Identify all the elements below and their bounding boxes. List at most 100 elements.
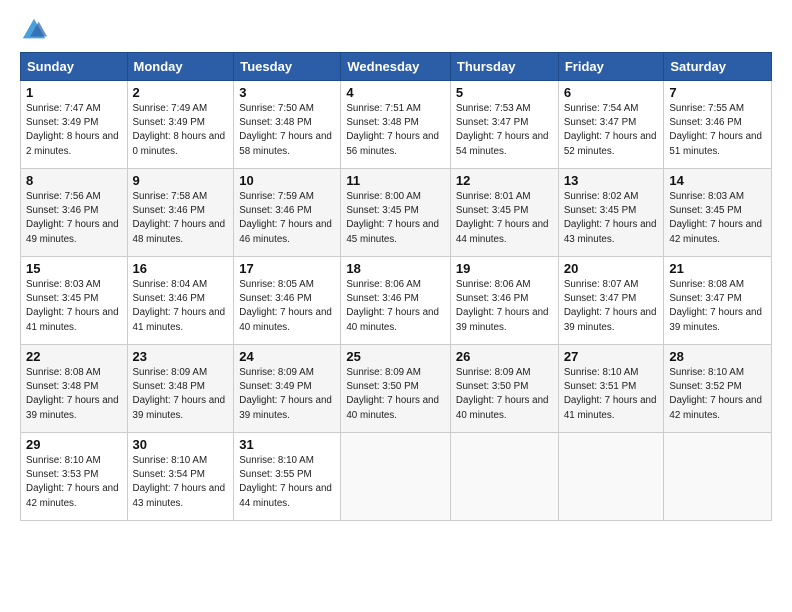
week-row-1: 1Sunrise: 7:47 AMSunset: 3:49 PMDaylight… bbox=[21, 81, 772, 169]
header-day-monday: Monday bbox=[127, 53, 234, 81]
day-number: 27 bbox=[564, 349, 659, 364]
day-number: 29 bbox=[26, 437, 122, 452]
day-info: Sunrise: 7:53 AMSunset: 3:47 PMDaylight:… bbox=[456, 102, 553, 159]
day-info: Sunrise: 7:56 AMSunset: 3:46 PMDaylight:… bbox=[26, 190, 122, 247]
day-cell: 24 Sunrise: 8:09 AMSunset: 3:49 PMDayligh… bbox=[234, 345, 341, 433]
logo-icon bbox=[20, 16, 48, 44]
day-cell: 14 Sunrise: 8:03 AMSunset: 3:45 PMDayligh… bbox=[664, 169, 772, 257]
day-cell: 22 Sunrise: 8:08 AMSunset: 3:48 PMDayligh… bbox=[21, 345, 128, 433]
day-cell: 16Sunrise: 8:04 AMSunset: 3:46 PMDayligh… bbox=[127, 257, 234, 345]
day-cell bbox=[450, 433, 558, 521]
day-info: Sunrise: 8:08 AMSunset: 3:47 PMDaylight:… bbox=[669, 278, 766, 335]
day-cell: 23 Sunrise: 8:09 AMSunset: 3:48 PMDayligh… bbox=[127, 345, 234, 433]
day-number: 5 bbox=[456, 85, 553, 100]
day-number: 20 bbox=[564, 261, 659, 276]
day-info: Sunrise: 8:08 AMSunset: 3:48 PMDaylight:… bbox=[26, 366, 122, 423]
day-info: Sunrise: 8:01 AMSunset: 3:45 PMDaylight:… bbox=[456, 190, 553, 247]
day-cell: 15Sunrise: 8:03 AMSunset: 3:45 PMDayligh… bbox=[21, 257, 128, 345]
day-cell: 5 Sunrise: 7:53 AMSunset: 3:47 PMDaylight… bbox=[450, 81, 558, 169]
day-info: Sunrise: 8:10 AMSunset: 3:54 PMDaylight:… bbox=[133, 454, 229, 511]
week-row-5: 29 Sunrise: 8:10 AMSunset: 3:53 PMDayligh… bbox=[21, 433, 772, 521]
day-number: 13 bbox=[564, 173, 659, 188]
day-number: 14 bbox=[669, 173, 766, 188]
day-cell: 3 Sunrise: 7:50 AMSunset: 3:48 PMDaylight… bbox=[234, 81, 341, 169]
day-cell: 17 Sunrise: 8:05 AMSunset: 3:46 PMDayligh… bbox=[234, 257, 341, 345]
day-number: 28 bbox=[669, 349, 766, 364]
day-info: Sunrise: 8:00 AMSunset: 3:45 PMDaylight:… bbox=[346, 190, 445, 247]
day-number: 11 bbox=[346, 173, 445, 188]
day-cell: 25 Sunrise: 8:09 AMSunset: 3:50 PMDayligh… bbox=[341, 345, 451, 433]
day-cell: 27 Sunrise: 8:10 AMSunset: 3:51 PMDayligh… bbox=[558, 345, 664, 433]
day-info: Sunrise: 7:58 AMSunset: 3:46 PMDaylight:… bbox=[133, 190, 229, 247]
day-cell: 1Sunrise: 7:47 AMSunset: 3:49 PMDaylight… bbox=[21, 81, 128, 169]
day-info: Sunrise: 7:51 AMSunset: 3:48 PMDaylight:… bbox=[346, 102, 445, 159]
day-cell: 26 Sunrise: 8:09 AMSunset: 3:50 PMDayligh… bbox=[450, 345, 558, 433]
header-day-saturday: Saturday bbox=[664, 53, 772, 81]
day-info: Sunrise: 8:06 AMSunset: 3:46 PMDaylight:… bbox=[346, 278, 445, 335]
day-cell: 13Sunrise: 8:02 AMSunset: 3:45 PMDayligh… bbox=[558, 169, 664, 257]
week-row-2: 8 Sunrise: 7:56 AMSunset: 3:46 PMDaylight… bbox=[21, 169, 772, 257]
day-number: 22 bbox=[26, 349, 122, 364]
day-number: 12 bbox=[456, 173, 553, 188]
day-cell: 7Sunrise: 7:55 AMSunset: 3:46 PMDaylight… bbox=[664, 81, 772, 169]
day-number: 2 bbox=[133, 85, 229, 100]
day-number: 10 bbox=[239, 173, 335, 188]
day-info: Sunrise: 8:09 AMSunset: 3:49 PMDaylight:… bbox=[239, 366, 335, 423]
day-cell: 2 Sunrise: 7:49 AMSunset: 3:49 PMDaylight… bbox=[127, 81, 234, 169]
day-info: Sunrise: 7:49 AMSunset: 3:49 PMDaylight:… bbox=[133, 102, 229, 159]
day-info: Sunrise: 8:09 AMSunset: 3:48 PMDaylight:… bbox=[133, 366, 229, 423]
day-number: 8 bbox=[26, 173, 122, 188]
day-number: 15 bbox=[26, 261, 122, 276]
day-cell bbox=[341, 433, 451, 521]
day-info: Sunrise: 8:04 AMSunset: 3:46 PMDaylight:… bbox=[133, 278, 229, 335]
day-cell: 20 Sunrise: 8:07 AMSunset: 3:47 PMDayligh… bbox=[558, 257, 664, 345]
day-cell: 28 Sunrise: 8:10 AMSunset: 3:52 PMDayligh… bbox=[664, 345, 772, 433]
day-cell: 30 Sunrise: 8:10 AMSunset: 3:54 PMDayligh… bbox=[127, 433, 234, 521]
day-cell: 4Sunrise: 7:51 AMSunset: 3:48 PMDaylight… bbox=[341, 81, 451, 169]
day-number: 18 bbox=[346, 261, 445, 276]
day-cell bbox=[664, 433, 772, 521]
day-info: Sunrise: 7:59 AMSunset: 3:46 PMDaylight:… bbox=[239, 190, 335, 247]
day-info: Sunrise: 8:10 AMSunset: 3:52 PMDaylight:… bbox=[669, 366, 766, 423]
day-info: Sunrise: 7:55 AMSunset: 3:46 PMDaylight:… bbox=[669, 102, 766, 159]
day-info: Sunrise: 8:10 AMSunset: 3:53 PMDaylight:… bbox=[26, 454, 122, 511]
day-cell: 11 Sunrise: 8:00 AMSunset: 3:45 PMDayligh… bbox=[341, 169, 451, 257]
day-number: 30 bbox=[133, 437, 229, 452]
day-cell: 10 Sunrise: 7:59 AMSunset: 3:46 PMDayligh… bbox=[234, 169, 341, 257]
day-info: Sunrise: 8:03 AMSunset: 3:45 PMDaylight:… bbox=[669, 190, 766, 247]
header-day-sunday: Sunday bbox=[21, 53, 128, 81]
day-number: 6 bbox=[564, 85, 659, 100]
day-number: 25 bbox=[346, 349, 445, 364]
day-number: 3 bbox=[239, 85, 335, 100]
header-day-thursday: Thursday bbox=[450, 53, 558, 81]
day-cell: 12 Sunrise: 8:01 AMSunset: 3:45 PMDayligh… bbox=[450, 169, 558, 257]
day-cell: 19 Sunrise: 8:06 AMSunset: 3:46 PMDayligh… bbox=[450, 257, 558, 345]
day-info: Sunrise: 8:05 AMSunset: 3:46 PMDaylight:… bbox=[239, 278, 335, 335]
day-info: Sunrise: 7:50 AMSunset: 3:48 PMDaylight:… bbox=[239, 102, 335, 159]
calendar: SundayMondayTuesdayWednesdayThursdayFrid… bbox=[20, 52, 772, 521]
day-info: Sunrise: 8:10 AMSunset: 3:51 PMDaylight:… bbox=[564, 366, 659, 423]
day-info: Sunrise: 8:09 AMSunset: 3:50 PMDaylight:… bbox=[456, 366, 553, 423]
week-row-4: 22 Sunrise: 8:08 AMSunset: 3:48 PMDayligh… bbox=[21, 345, 772, 433]
header-day-friday: Friday bbox=[558, 53, 664, 81]
day-info: Sunrise: 8:06 AMSunset: 3:46 PMDaylight:… bbox=[456, 278, 553, 335]
day-number: 17 bbox=[239, 261, 335, 276]
day-number: 24 bbox=[239, 349, 335, 364]
page: SundayMondayTuesdayWednesdayThursdayFrid… bbox=[0, 0, 792, 531]
day-cell: 9 Sunrise: 7:58 AMSunset: 3:46 PMDaylight… bbox=[127, 169, 234, 257]
day-info: Sunrise: 8:07 AMSunset: 3:47 PMDaylight:… bbox=[564, 278, 659, 335]
week-row-3: 15Sunrise: 8:03 AMSunset: 3:45 PMDayligh… bbox=[21, 257, 772, 345]
day-cell: 21Sunrise: 8:08 AMSunset: 3:47 PMDayligh… bbox=[664, 257, 772, 345]
day-number: 23 bbox=[133, 349, 229, 364]
header bbox=[20, 16, 772, 44]
header-day-wednesday: Wednesday bbox=[341, 53, 451, 81]
day-info: Sunrise: 8:10 AMSunset: 3:55 PMDaylight:… bbox=[239, 454, 335, 511]
day-info: Sunrise: 8:09 AMSunset: 3:50 PMDaylight:… bbox=[346, 366, 445, 423]
day-cell: 31Sunrise: 8:10 AMSunset: 3:55 PMDayligh… bbox=[234, 433, 341, 521]
day-number: 9 bbox=[133, 173, 229, 188]
day-cell: 6 Sunrise: 7:54 AMSunset: 3:47 PMDaylight… bbox=[558, 81, 664, 169]
day-info: Sunrise: 7:54 AMSunset: 3:47 PMDaylight:… bbox=[564, 102, 659, 159]
calendar-header-row: SundayMondayTuesdayWednesdayThursdayFrid… bbox=[21, 53, 772, 81]
day-number: 19 bbox=[456, 261, 553, 276]
day-number: 26 bbox=[456, 349, 553, 364]
